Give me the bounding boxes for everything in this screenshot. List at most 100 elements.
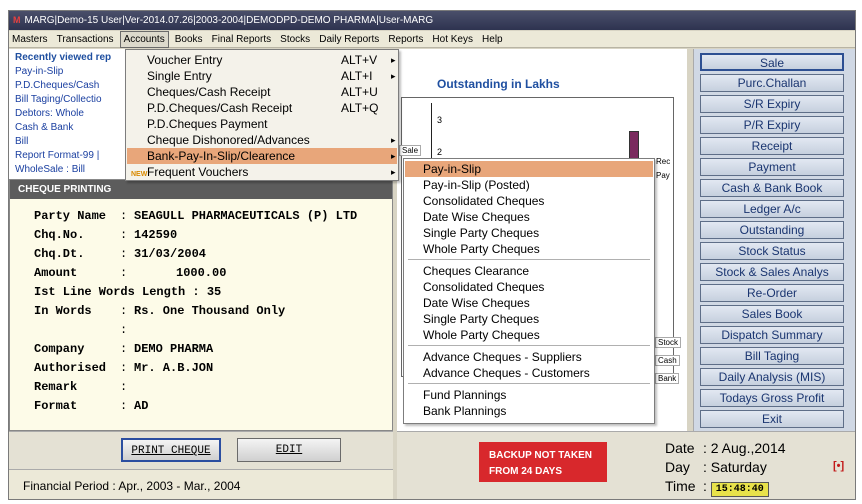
recent-item[interactable]: P.D.Cheques/Cash	[9, 78, 126, 92]
menu-stocks[interactable]: Stocks	[277, 31, 313, 48]
sidebar-button-sales-book[interactable]: Sales Book	[700, 305, 844, 323]
submenu-item-whole-party-cheques[interactable]: Whole Party Cheques	[405, 241, 653, 257]
menu-accounts[interactable]: Accounts	[119, 31, 169, 48]
amount-value[interactable]: 1000.00	[134, 266, 226, 280]
menu-help[interactable]: Help	[479, 31, 506, 48]
sidebar-button-stock-sales-analysis[interactable]: Stock & Sales Analys	[700, 263, 844, 281]
in-words-value[interactable]: Rs. One Thousand Only	[134, 304, 285, 318]
recent-item[interactable]: Bill Taging/Collectio	[9, 92, 126, 106]
menu-item-pd-cheques-cash-receipt[interactable]: P.D.Cheques/Cash Receipt ALT+Q	[127, 100, 397, 116]
day-label: Day	[665, 459, 690, 475]
submenu-item-advance-cheques-suppliers[interactable]: Advance Cheques - Suppliers	[405, 349, 653, 365]
sidebar-button-payment[interactable]: Payment	[700, 158, 844, 176]
recent-item[interactable]: WholeSale : Bill	[9, 162, 126, 176]
shortcut-sidebar: Sale Purc.Challan S/R Expiry P/R Expiry …	[693, 49, 855, 431]
submenu-item-date-wise-cheques-2[interactable]: Date Wise Cheques	[405, 295, 653, 311]
sidebar-button-exit[interactable]: Exit	[700, 410, 844, 428]
submenu-item-consolidated-cheques[interactable]: Consolidated Cheques	[405, 193, 653, 209]
sidebar-button-dispatch-summary[interactable]: Dispatch Summary	[700, 326, 844, 344]
field-label: Party Name	[34, 209, 107, 223]
cheque-date-value[interactable]: 31/03/2004	[134, 247, 206, 261]
field-colon: :	[120, 399, 128, 413]
sidebar-button-sr-expiry[interactable]: S/R Expiry	[700, 95, 844, 113]
field-colon: :	[120, 361, 128, 375]
sidebar-button-todays-gross-profit[interactable]: Todays Gross Profit	[700, 389, 844, 407]
party-name-value[interactable]: SEAGULL PHARMACEUTICALS (P) LTD	[134, 209, 357, 223]
menu-item-label: Voucher Entry	[147, 53, 223, 67]
menu-books[interactable]: Books	[172, 31, 206, 48]
accounts-dropdown-menu: Voucher Entry ALT+V ▸ Single Entry ALT+I ▸ C…	[125, 49, 399, 181]
menu-item-label: Bank-Pay-In-Slip/Clearence	[147, 149, 296, 163]
status-indicator-icon: [•]	[833, 460, 845, 472]
menu-daily-reports[interactable]: Daily Reports	[316, 31, 382, 48]
authorised-value[interactable]: Mr. A.B.JON	[134, 361, 213, 375]
menu-item-voucher-entry[interactable]: Voucher Entry ALT+V ▸	[127, 52, 397, 68]
sidebar-button-receipt[interactable]: Receipt	[700, 137, 844, 155]
recent-item[interactable]: Debtors: Whole	[9, 106, 126, 120]
menu-separator	[408, 259, 650, 260]
sidebar-button-stock-status[interactable]: Stock Status	[700, 242, 844, 260]
chart-tag-bank: Bank	[655, 373, 680, 384]
menu-item-cheques-cash-receipt[interactable]: Cheques/Cash Receipt ALT+U	[127, 84, 397, 100]
menu-item-bank-pay-in-slip[interactable]: Bank-Pay-In-Slip/Clearence ▸	[127, 148, 397, 164]
sidebar-button-sale[interactable]: Sale	[700, 53, 844, 71]
date-row: Date: 2 Aug.,2014	[665, 440, 786, 456]
submenu-item-bank-plannings[interactable]: Bank Plannings	[405, 403, 653, 419]
menu-final-reports[interactable]: Final Reports	[209, 31, 274, 48]
sidebar-button-ledger[interactable]: Ledger A/c	[700, 200, 844, 218]
cheque-number-value[interactable]: 142590	[134, 228, 177, 242]
sidebar-button-outstanding[interactable]: Outstanding	[700, 221, 844, 239]
cheque-row-company: Company: DEMO PHARMA	[34, 342, 392, 361]
sidebar-button-re-order[interactable]: Re-Order	[700, 284, 844, 302]
app-logo-icon: M	[13, 15, 21, 25]
submenu-item-advance-cheques-customers[interactable]: Advance Cheques - Customers	[405, 365, 653, 381]
menu-separator	[408, 345, 650, 346]
submenu-item-single-party-cheques[interactable]: Single Party Cheques	[405, 225, 653, 241]
field-colon: :	[120, 304, 128, 318]
backup-warning-badge[interactable]: BACKUP NOT TAKEN FROM 24 DAYS	[479, 442, 607, 482]
menu-item-shortcut: ALT+Q	[341, 101, 379, 115]
menu-hot-keys[interactable]: Hot Keys	[429, 31, 476, 48]
field-label: Format	[34, 399, 78, 413]
menu-item-frequent-vouchers[interactable]: NEW Frequent Vouchers ▸	[127, 164, 397, 180]
submenu-arrow-icon: ▸	[391, 167, 396, 177]
sidebar-button-cash-bank-book[interactable]: Cash & Bank Book	[700, 179, 844, 197]
sidebar-button-pr-expiry[interactable]: P/R Expiry	[700, 116, 844, 134]
menu-item-shortcut: ALT+V	[341, 53, 378, 67]
submenu-item-pay-in-slip[interactable]: Pay-in-Slip	[405, 161, 653, 177]
submenu-item-fund-plannings[interactable]: Fund Plannings	[405, 387, 653, 403]
recent-item[interactable]: Report Format-99 |	[9, 148, 126, 162]
menu-reports[interactable]: Reports	[385, 31, 426, 48]
submenu-item-single-party-cheques-2[interactable]: Single Party Cheques	[405, 311, 653, 327]
cheque-row-authorised: Authorised: Mr. A.B.JON	[34, 361, 392, 380]
edit-button[interactable]: EDIT	[237, 438, 341, 462]
submenu-item-whole-party-cheques-2[interactable]: Whole Party Cheques	[405, 327, 653, 343]
y-tick-label: 2	[437, 147, 443, 157]
menu-item-shortcut: ALT+I	[341, 69, 373, 83]
menu-transactions[interactable]: Transactions	[54, 31, 117, 48]
format-value[interactable]: AD	[134, 399, 148, 413]
recent-item[interactable]: Cash & Bank	[9, 120, 126, 134]
menu-item-label: Single Entry	[147, 69, 212, 83]
company-value[interactable]: DEMO PHARMA	[134, 342, 213, 356]
date-colon: :	[703, 440, 707, 456]
submenu-item-pay-in-slip-posted[interactable]: Pay-in-Slip (Posted)	[405, 177, 653, 193]
submenu-item-date-wise-cheques[interactable]: Date Wise Cheques	[405, 209, 653, 225]
legend-label: Rec	[656, 157, 671, 166]
menu-item-single-entry[interactable]: Single Entry ALT+I ▸	[127, 68, 397, 84]
print-cheque-button[interactable]: PRINT CHEQUE	[121, 438, 221, 462]
menu-masters[interactable]: Masters	[9, 31, 51, 48]
sidebar-button-purc-challan[interactable]: Purc.Challan	[700, 74, 844, 92]
menu-item-cheque-dishonored[interactable]: Cheque Dishonored/Advances ▸	[127, 132, 397, 148]
submenu-arrow-icon: ▸	[391, 151, 396, 161]
cheque-row-words-length: Ist Line Words Length : 35	[34, 285, 392, 304]
field-colon: :	[120, 323, 128, 337]
submenu-item-cheques-clearance[interactable]: Cheques Clearance	[405, 263, 653, 279]
sidebar-button-bill-taging[interactable]: Bill Taging	[700, 347, 844, 365]
recent-reports-header: Recently viewed rep	[15, 52, 112, 63]
submenu-item-consolidated-cheques-2[interactable]: Consolidated Cheques	[405, 279, 653, 295]
recent-item[interactable]: Bill	[9, 134, 126, 148]
sidebar-button-daily-analysis[interactable]: Daily Analysis (MIS)	[700, 368, 844, 386]
recent-item[interactable]: Pay-in-Slip	[9, 64, 126, 78]
menu-item-pd-cheques-payment[interactable]: P.D.Cheques Payment	[127, 116, 397, 132]
